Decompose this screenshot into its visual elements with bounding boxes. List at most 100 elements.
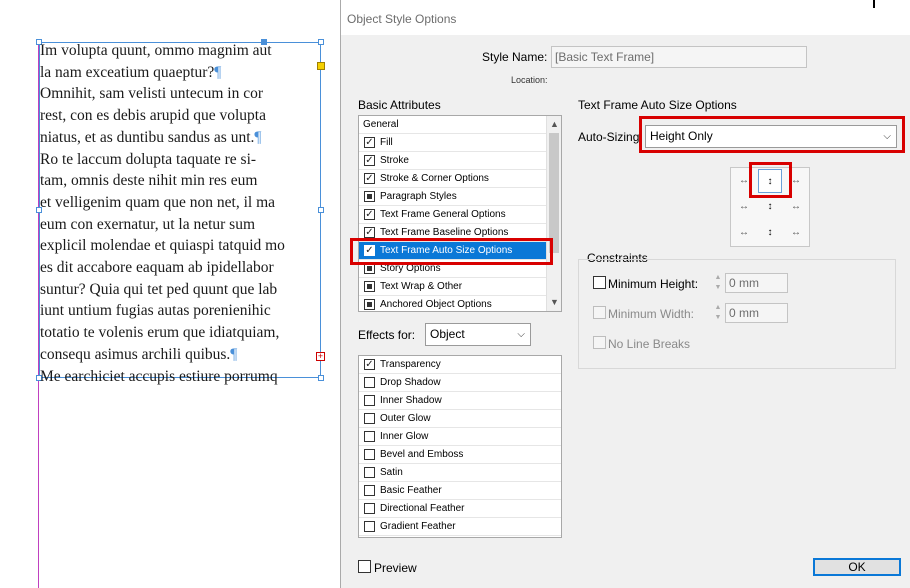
dialog-titlebar[interactable]: Object Style Options [341, 0, 910, 35]
arrow-icon[interactable]: ↔ [732, 195, 756, 219]
no-line-breaks-checkbox[interactable] [593, 336, 606, 349]
ok-button[interactable]: OK [813, 558, 901, 576]
stepper-icon[interactable]: ▲ ▼ [712, 303, 724, 323]
basic-attribute-row[interactable]: General [359, 116, 561, 134]
checkbox-icon[interactable] [364, 431, 375, 442]
checkbox-icon[interactable] [364, 395, 375, 406]
overset-text-indicator[interactable]: + [316, 352, 325, 361]
pilcrow: ¶ [230, 345, 238, 363]
checkbox-icon[interactable] [364, 191, 375, 202]
text-line: iunt untium fugias autas porenienihic [40, 302, 271, 320]
dialog-title: Object Style Options [347, 12, 457, 26]
text-line: Omnihit, sam velisti untecum in cor [40, 85, 263, 103]
window-edge [873, 0, 875, 8]
effect-row[interactable]: Inner Glow [359, 428, 561, 446]
scroll-thumb[interactable] [549, 133, 559, 253]
checkbox-icon[interactable] [364, 521, 375, 532]
basic-attribute-label: General [363, 119, 399, 130]
stepper-icon[interactable]: ▲ ▼ [712, 273, 724, 293]
basic-attributes-scrollbar[interactable]: ▲ ▼ [546, 116, 561, 311]
effects-for-value: Object [430, 327, 465, 341]
basic-attribute-row[interactable]: ✓ Fill [359, 134, 561, 152]
checkbox-icon[interactable] [364, 449, 375, 460]
checkmark-icon[interactable]: ✓ [364, 137, 375, 148]
effect-label: Outer Glow [380, 413, 431, 424]
checkmark-icon[interactable]: ✓ [364, 173, 375, 184]
effect-row[interactable]: ✓ Transparency [359, 356, 561, 374]
object-style-options-dialog: Object Style Options Style Name: [Basic … [340, 0, 910, 588]
no-line-breaks-label: No Line Breaks [608, 337, 691, 351]
scroll-down-icon[interactable]: ▼ [547, 295, 561, 310]
text-line: suntur? Quia qui tet ped quunt que lab [40, 280, 278, 298]
preview-checkbox[interactable] [358, 560, 371, 573]
basic-attribute-row[interactable]: ✓ Stroke [359, 152, 561, 170]
text-line: totatio te volenis erum que idiatquiam, [40, 324, 280, 342]
effects-for-select[interactable]: Object ⌵ [425, 323, 531, 346]
effects-list[interactable]: ✓ Transparency Drop Shadow Inner Shadow Oute… [358, 355, 562, 538]
story-text[interactable]: Im volupta quunt, ommo magnim aut la nam… [40, 40, 340, 387]
arrow-icon[interactable]: ↕ [758, 195, 782, 219]
text-line: eum con exernatur, ut la netur sum [40, 215, 256, 233]
text-line: rest, con es debis arupid que volupta [40, 107, 266, 125]
effect-row[interactable]: Satin [359, 464, 561, 482]
effect-row[interactable]: Gradient Feather [359, 518, 561, 536]
style-name-input[interactable]: [Basic Text Frame] [551, 46, 807, 68]
basic-attribute-row[interactable]: ✓ Stroke & Corner Options [359, 170, 561, 188]
checkbox-icon[interactable] [364, 503, 375, 514]
effect-label: Drop Shadow [380, 377, 441, 388]
checkbox-icon[interactable] [364, 377, 375, 388]
pilcrow: ¶ [254, 128, 262, 146]
checkbox-icon[interactable] [364, 467, 375, 478]
minimum-height-input[interactable]: 0 mm [725, 273, 788, 293]
arrow-icon[interactable]: ↔ [784, 195, 808, 219]
basic-attribute-label: Stroke [380, 155, 409, 166]
basic-attributes-list[interactable]: General ✓ Fill ✓ Stroke ✓ Stroke & Corner Opti… [358, 115, 562, 312]
scroll-up-icon[interactable]: ▲ [547, 117, 561, 132]
basic-attribute-row[interactable]: ✓ Text Frame General Options [359, 206, 561, 224]
effect-row[interactable]: Directional Feather [359, 500, 561, 518]
text-line: explicil molendae et quiaspi tatquid mo [40, 237, 285, 255]
minimum-width-checkbox[interactable] [593, 306, 606, 319]
effect-row[interactable]: Inner Shadow [359, 392, 561, 410]
arrow-icon[interactable]: ↔ [784, 221, 808, 245]
effect-label: Gradient Feather [380, 521, 456, 532]
basic-attribute-label: Stroke & Corner Options [380, 173, 489, 184]
highlight-selected-attribute [350, 238, 553, 265]
arrow-icon[interactable]: ↕ [758, 221, 782, 245]
basic-attribute-label: Anchored Object Options [380, 299, 492, 310]
checkmark-icon[interactable]: ✓ [364, 155, 375, 166]
checkmark-icon[interactable]: ✓ [364, 209, 375, 220]
auto-sizing-label: Auto-Sizing: [578, 130, 643, 144]
minimum-height-label: Minimum Height: [608, 277, 699, 291]
effect-row[interactable]: Bevel and Emboss [359, 446, 561, 464]
effect-row[interactable]: Drop Shadow [359, 374, 561, 392]
checkbox-icon[interactable] [364, 485, 375, 496]
minimum-width-input[interactable]: 0 mm [725, 303, 788, 323]
checkmark-icon[interactable]: ✓ [364, 359, 375, 370]
pilcrow: ¶ [214, 63, 222, 81]
minimum-height-checkbox[interactable] [593, 276, 606, 289]
effect-row[interactable]: Basic Feather [359, 482, 561, 500]
checkmark-icon[interactable]: ✓ [364, 227, 375, 238]
basic-attribute-row[interactable]: Text Wrap & Other [359, 278, 561, 296]
checkbox-icon[interactable] [364, 413, 375, 424]
effect-label: Basic Feather [380, 485, 442, 496]
checkbox-icon[interactable] [364, 299, 375, 310]
basic-attribute-label: Text Frame Baseline Options [380, 227, 509, 238]
preview-label: Preview [374, 561, 417, 575]
location-label: Location: [511, 75, 548, 85]
text-line: consequ asimus archili quibus.¶ [40, 345, 238, 363]
text-line: Me earchiciet accupis estiure porrumq [40, 367, 278, 385]
basic-attribute-label: Text Wrap & Other [380, 281, 463, 292]
effect-label: Bevel and Emboss [380, 449, 464, 460]
checkbox-icon[interactable] [364, 281, 375, 292]
basic-attribute-row[interactable]: Anchored Object Options [359, 296, 561, 311]
document-canvas[interactable]: Im volupta quunt, ommo magnim aut la nam… [0, 0, 340, 588]
basic-attribute-row[interactable]: Paragraph Styles [359, 188, 561, 206]
arrow-icon[interactable]: ↔ [732, 221, 756, 245]
text-line: la nam exceatium quaeptur?¶ [40, 63, 222, 81]
text-line: Ro te laccum dolupta taquate re si- [40, 150, 257, 168]
basic-attribute-label: Text Frame General Options [380, 209, 506, 220]
basic-attribute-label: Fill [380, 137, 393, 148]
effect-row[interactable]: Outer Glow [359, 410, 561, 428]
